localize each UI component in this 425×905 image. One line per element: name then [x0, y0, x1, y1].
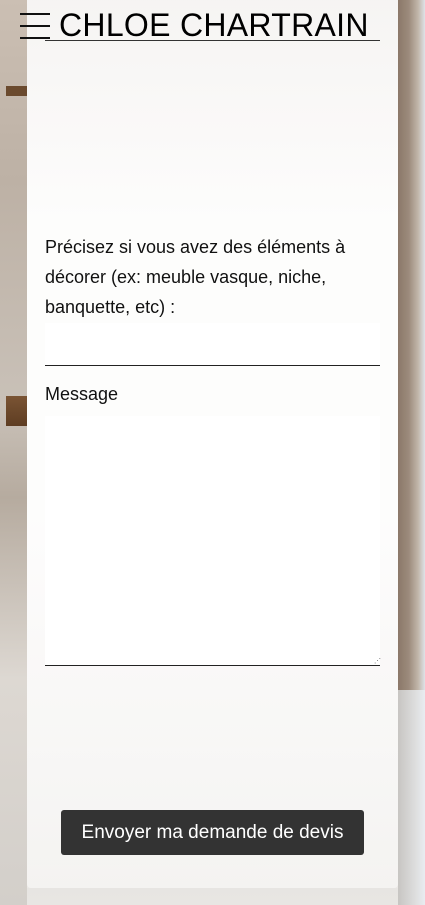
message-label: Message: [45, 384, 119, 404]
site-title[interactable]: CHLOE CHARTRAIN: [59, 6, 369, 44]
elements-input[interactable]: [45, 323, 380, 366]
message-textarea[interactable]: [45, 416, 380, 666]
background-wood-detail: [6, 86, 27, 96]
background-left-strip: [0, 0, 27, 905]
background-right-edge-bottom: [398, 690, 425, 905]
menu-bar: [20, 25, 50, 27]
header-divider: [45, 40, 380, 41]
resize-grip-icon[interactable]: ⋰: [374, 658, 381, 665]
background-wood-detail: [6, 396, 27, 426]
site-header: CHLOE CHARTRAIN: [0, 0, 425, 44]
menu-bar: [20, 37, 50, 39]
elements-label: Précisez si vous avez des éléments à déc…: [45, 237, 346, 317]
submit-quote-button[interactable]: Envoyer ma demande de devis: [61, 810, 364, 855]
menu-bar: [20, 13, 50, 15]
hamburger-menu-icon[interactable]: [20, 13, 50, 39]
